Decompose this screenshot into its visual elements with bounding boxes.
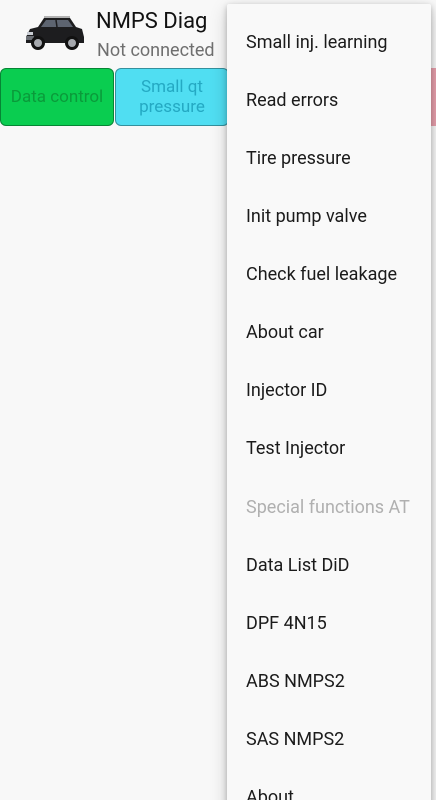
tab-data-control-label: Data control xyxy=(10,87,104,107)
menu-item-special-functions-at: Special functions AT xyxy=(246,496,410,518)
overflow-menu: Small inj. learning Read errors Tire pre… xyxy=(227,4,431,800)
menu-item-tire-pressure[interactable]: Tire pressure xyxy=(227,129,431,187)
menu-item-small-inj-learning[interactable]: Small inj. learning xyxy=(227,13,431,71)
tab-small-qt-pressure[interactable]: Small qt pressure xyxy=(115,68,229,126)
tab-small-qt-pressure-label: Small qt pressure xyxy=(139,77,205,117)
tab-data-control[interactable]: Data control xyxy=(0,68,114,126)
menu-item-injector-id[interactable]: Injector ID xyxy=(227,361,431,419)
car-icon xyxy=(26,16,84,50)
app-screen: NMPS Diag Not connected Data control Sma… xyxy=(0,0,436,800)
menu-item-test-injector[interactable]: Test Injector xyxy=(227,419,431,477)
menu-item-check-fuel-leakage[interactable]: Check fuel leakage xyxy=(227,245,431,303)
menu-item-read-errors[interactable]: Read errors xyxy=(227,71,431,129)
menu-item-sas-nmps2[interactable]: SAS NMPS2 xyxy=(227,710,431,768)
menu-item-data-list-did[interactable]: Data List DiD xyxy=(227,536,431,594)
menu-item-init-pump-valve[interactable]: Init pump valve xyxy=(227,187,431,245)
menu-item-about[interactable]: About xyxy=(227,768,431,800)
menu-item-dpf-4n15[interactable]: DPF 4N15 xyxy=(227,594,431,652)
app-title: NMPS Diag xyxy=(96,9,208,34)
menu-item-abs-nmps2[interactable]: ABS NMPS2 xyxy=(227,652,431,710)
menu-item-about-car[interactable]: About car xyxy=(227,303,431,361)
connection-status: Not connected xyxy=(97,40,215,61)
